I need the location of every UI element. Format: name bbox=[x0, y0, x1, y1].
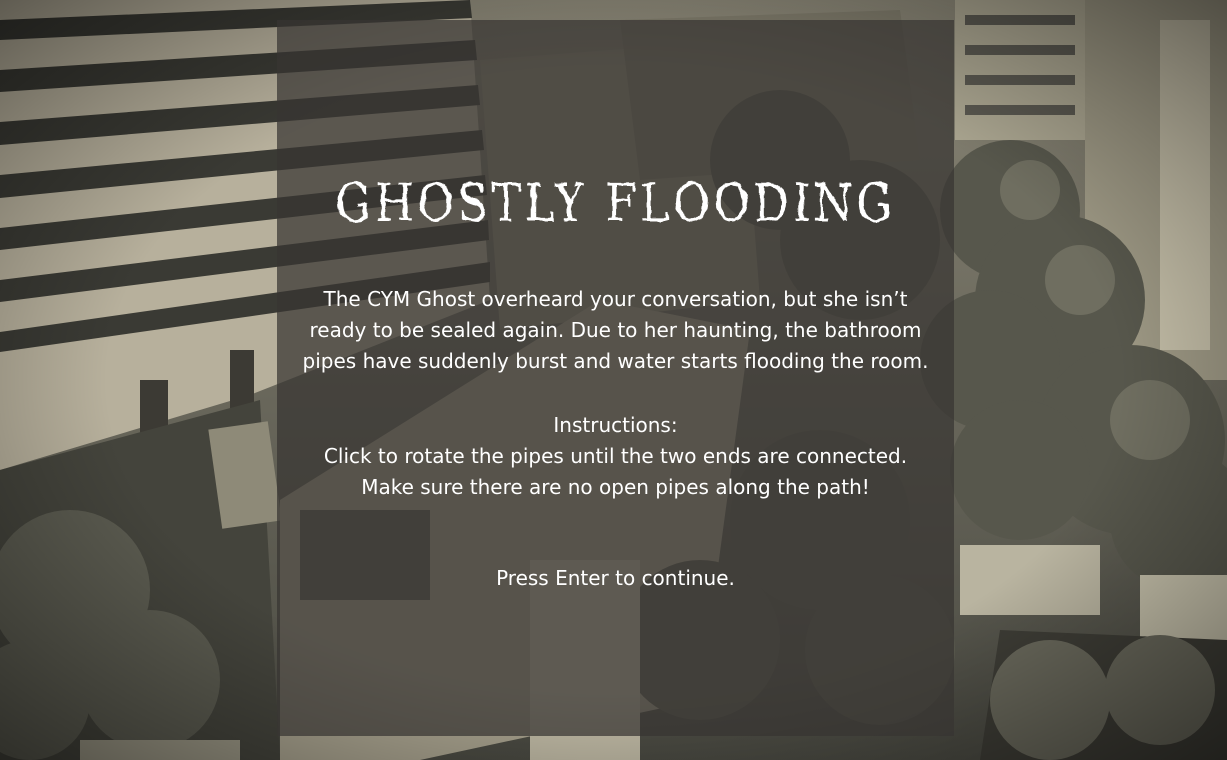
instructions-block: Instructions: Click to rotate the pipes … bbox=[277, 410, 954, 503]
instruction-line: Click to rotate the pipes until the two … bbox=[323, 444, 908, 468]
intro-dialog-panel: Ghostly Flooding The CYM Ghost overheard… bbox=[277, 20, 954, 736]
game-screen[interactable]: Ghostly Flooding The CYM Ghost overheard… bbox=[0, 0, 1227, 760]
instructions-heading: Instructions: bbox=[553, 413, 678, 437]
story-line: pipes have suddenly burst and water star… bbox=[302, 349, 929, 373]
story-line: ready to be sealed again. Due to her hau… bbox=[309, 318, 922, 342]
game-title: Ghostly Flooding bbox=[335, 174, 896, 234]
story-text: The CYM Ghost overheard your conversatio… bbox=[277, 284, 954, 377]
continue-prompt[interactable]: Press Enter to continue. bbox=[277, 563, 954, 594]
instruction-line: Make sure there are no open pipes along … bbox=[361, 475, 870, 499]
story-line: The CYM Ghost overheard your conversatio… bbox=[323, 287, 908, 311]
